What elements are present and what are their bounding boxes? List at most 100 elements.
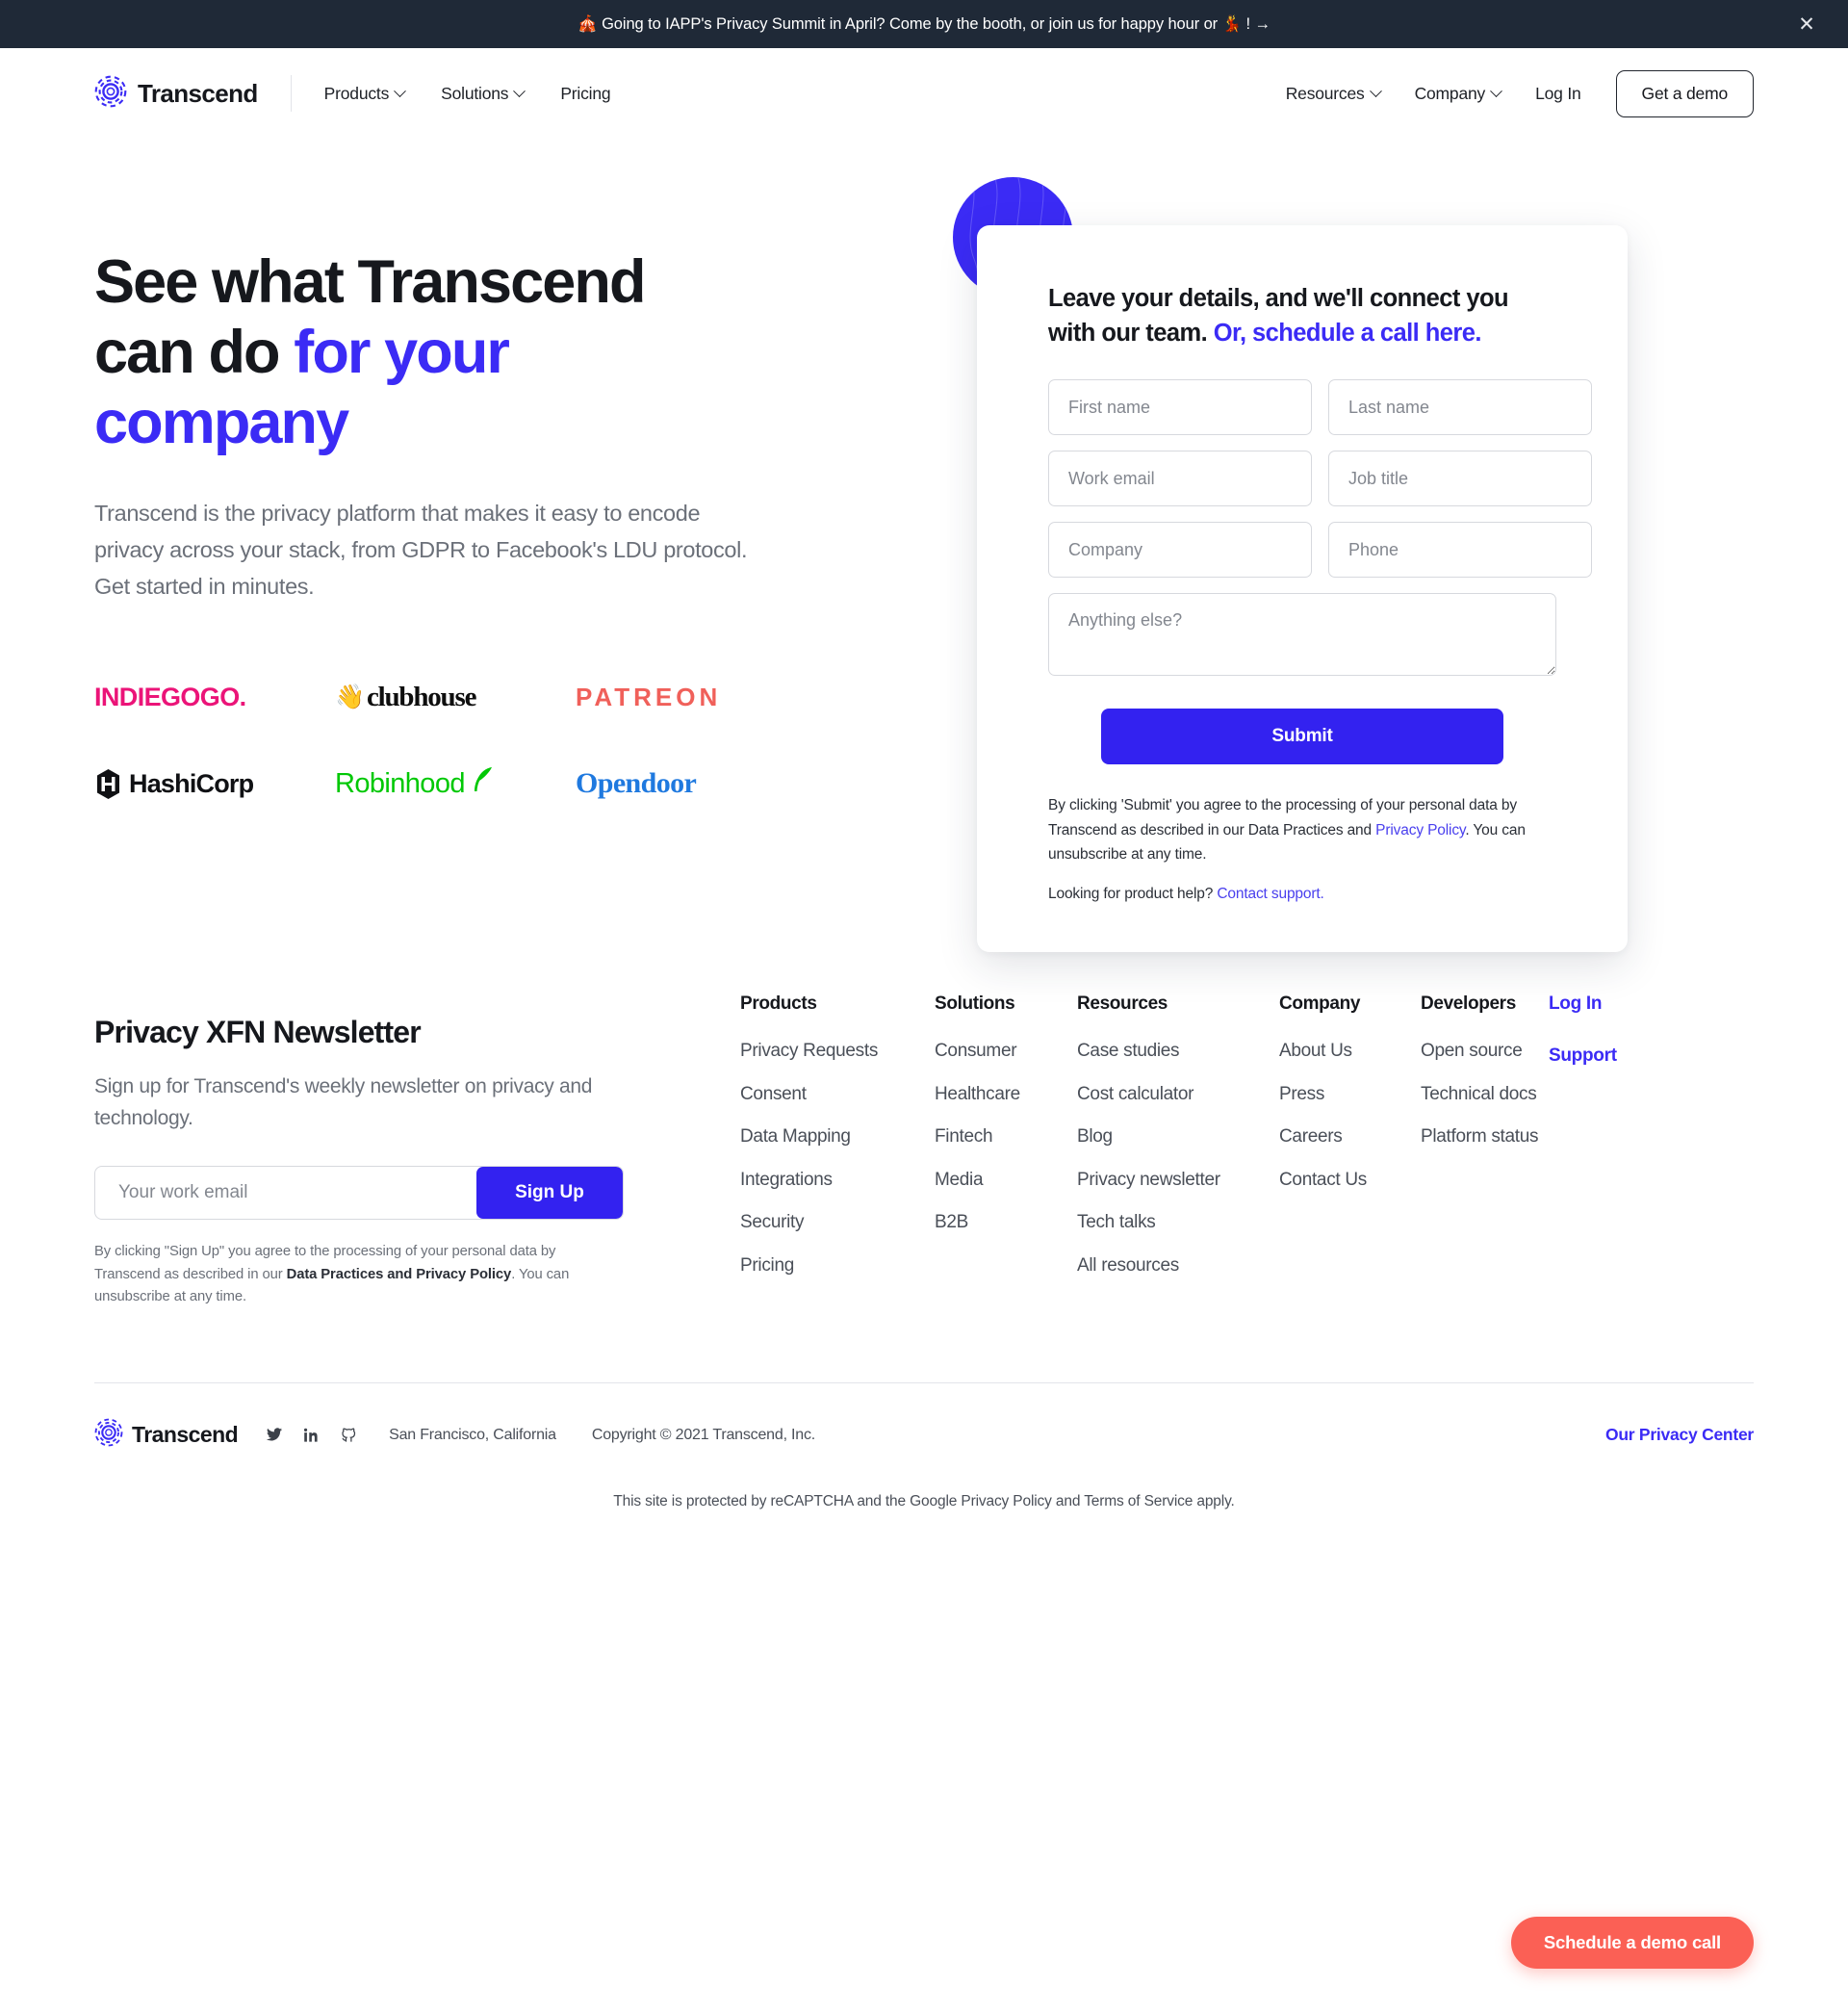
schedule-a-call-link[interactable]: Or, schedule a call here. bbox=[1214, 320, 1482, 347]
contact-form-card: Leave your details, and we'll connect yo… bbox=[977, 225, 1628, 952]
footer-link-privacy-requests[interactable]: Privacy Requests bbox=[740, 1041, 935, 1062]
footer-link-healthcare[interactable]: Healthcare bbox=[935, 1084, 1077, 1105]
footer-link-contact-us[interactable]: Contact Us bbox=[1279, 1170, 1421, 1191]
footer-link-columns: Products Privacy Requests Consent Data M… bbox=[740, 993, 1655, 1309]
nav-item-solutions[interactable]: Solutions bbox=[441, 83, 526, 104]
footer-link-case-studies[interactable]: Case studies bbox=[1077, 1041, 1279, 1062]
footer-link-support[interactable]: Support bbox=[1549, 1045, 1655, 1067]
logo-indiegogo-text: INDIEGOGO bbox=[94, 682, 240, 711]
footer-link-pricing[interactable]: Pricing bbox=[740, 1255, 935, 1277]
newsletter-subtitle: Sign up for Transcend's weekly newslette… bbox=[94, 1075, 593, 1130]
form-row-email-title bbox=[1048, 451, 1592, 507]
announcement-banner: 🎪 Going to IAPP's Privacy Summit in Apri… bbox=[0, 0, 1848, 48]
announcement-banner-text[interactable]: 🎪 Going to IAPP's Privacy Summit in Apri… bbox=[578, 15, 1270, 34]
footer-link-b2b[interactable]: B2B bbox=[935, 1212, 1077, 1233]
nav-item-resources[interactable]: Resources bbox=[1286, 84, 1382, 104]
hero-subtitle: Transcend is the privacy platform that m… bbox=[94, 501, 748, 600]
footer-link-integrations[interactable]: Integrations bbox=[740, 1170, 935, 1191]
form-row-name bbox=[1048, 379, 1592, 436]
chevron-down-icon bbox=[1490, 84, 1502, 97]
footer-copyright: Copyright © 2021 Transcend, Inc. bbox=[591, 1426, 816, 1443]
page-title: See what Transcend can do for your compa… bbox=[94, 247, 710, 458]
footer-column-title: Solutions bbox=[935, 993, 1015, 1015]
footer-link-press[interactable]: Press bbox=[1279, 1084, 1421, 1105]
logo-robinhood: Robinhood bbox=[335, 761, 576, 806]
nav-item-company[interactable]: Company bbox=[1415, 84, 1502, 104]
close-icon[interactable]: ✕ bbox=[1794, 12, 1819, 37]
newsletter-legal-text: By clicking "Sign Up" you agree to the p… bbox=[94, 1241, 619, 1309]
footer-link-consent[interactable]: Consent bbox=[740, 1084, 935, 1105]
message-textarea[interactable] bbox=[1048, 593, 1556, 677]
footer-link-fintech[interactable]: Fintech bbox=[935, 1126, 1077, 1148]
schedule-demo-call-button[interactable]: Schedule a demo call bbox=[1510, 1917, 1754, 1969]
newsletter-signup: Privacy XFN Newsletter Sign up for Trans… bbox=[94, 993, 653, 1309]
get-a-demo-button[interactable]: Get a demo bbox=[1615, 69, 1754, 117]
logo-indiegogo: INDIEGOGO. bbox=[94, 675, 335, 719]
logo-hashicorp-text: HashiCorp bbox=[129, 768, 254, 798]
footer-link-security[interactable]: Security bbox=[740, 1212, 935, 1233]
logo-opendoor: Opendoor bbox=[576, 761, 816, 806]
nav-item-label: Pricing bbox=[560, 83, 611, 103]
logo-indiegogo-dot: . bbox=[239, 682, 246, 711]
footer-link-platform-status[interactable]: Platform status bbox=[1421, 1126, 1549, 1148]
footer-brand-logo[interactable]: Transcend bbox=[94, 1418, 239, 1452]
footer-link-cost-calculator[interactable]: Cost calculator bbox=[1077, 1084, 1279, 1105]
footer-link-about-us[interactable]: About Us bbox=[1279, 1041, 1421, 1062]
form-support-prefix: Looking for product help? bbox=[1048, 885, 1218, 902]
job-title-input[interactable] bbox=[1328, 451, 1592, 507]
footer-link-data-mapping[interactable]: Data Mapping bbox=[740, 1126, 935, 1148]
form-heading: Leave your details, and we'll connect yo… bbox=[1048, 281, 1556, 350]
footer-column-title: Products bbox=[740, 993, 817, 1015]
newsletter-form: Sign Up bbox=[94, 1165, 624, 1220]
footer-location: San Francisco, California bbox=[389, 1426, 556, 1443]
hero-section: See what Transcend can do for your compa… bbox=[0, 139, 1848, 952]
nav-primary-links: Products Solutions Pricing bbox=[324, 84, 611, 104]
logo-opendoor-text: Opendoor bbox=[576, 767, 697, 800]
brand-name: Transcend bbox=[138, 78, 258, 108]
footer-link-technical-docs[interactable]: Technical docs bbox=[1421, 1084, 1549, 1105]
logo-hashicorp: HashiCorp bbox=[94, 761, 335, 806]
phone-input[interactable] bbox=[1328, 522, 1592, 579]
work-email-input[interactable] bbox=[1048, 451, 1312, 507]
nav-item-pricing[interactable]: Pricing bbox=[560, 84, 610, 104]
brand-logo[interactable]: Transcend bbox=[94, 75, 258, 113]
our-privacy-center-link[interactable]: Our Privacy Center bbox=[1605, 1425, 1754, 1445]
footer-link-consumer[interactable]: Consumer bbox=[935, 1041, 1077, 1062]
footer-link-careers[interactable]: Careers bbox=[1279, 1126, 1421, 1148]
contact-form-fields bbox=[1048, 379, 1592, 677]
footer-link-blog[interactable]: Blog bbox=[1077, 1126, 1279, 1148]
site-footer: Privacy XFN Newsletter Sign up for Trans… bbox=[0, 993, 1848, 1539]
footer-social-links bbox=[265, 1426, 358, 1444]
data-practices-privacy-policy-link[interactable]: Data Practices and Privacy Policy bbox=[287, 1267, 512, 1282]
nav-item-products[interactable]: Products bbox=[324, 84, 406, 104]
transcend-logo-icon bbox=[94, 75, 127, 113]
footer-link-open-source[interactable]: Open source bbox=[1421, 1041, 1549, 1062]
nav-item-label: Log In bbox=[1535, 83, 1581, 103]
newsletter-email-input[interactable] bbox=[95, 1166, 476, 1219]
footer-column-title: Company bbox=[1279, 993, 1361, 1015]
privacy-policy-link[interactable]: Privacy Policy bbox=[1375, 822, 1465, 838]
footer-link-all-resources[interactable]: All resources bbox=[1077, 1255, 1279, 1277]
newsletter-signup-button[interactable]: Sign Up bbox=[476, 1166, 623, 1219]
last-name-input[interactable] bbox=[1328, 379, 1592, 436]
logo-patreon: PATREON bbox=[576, 675, 816, 719]
footer-link-tech-talks[interactable]: Tech talks bbox=[1077, 1212, 1279, 1233]
nav-item-label: Solutions bbox=[441, 83, 509, 103]
company-input[interactable] bbox=[1048, 522, 1312, 579]
submit-button[interactable]: Submit bbox=[1101, 709, 1503, 765]
nav-item-login[interactable]: Log In bbox=[1535, 83, 1581, 104]
footer-column-company: Company About Us Press Careers Contact U… bbox=[1279, 993, 1421, 1309]
footer-link-log-in[interactable]: Log In bbox=[1549, 993, 1655, 1015]
linkedin-icon[interactable] bbox=[302, 1426, 321, 1444]
nav-item-label: Company bbox=[1414, 83, 1486, 103]
nav-secondary-links: Resources Company Log In Get a demo bbox=[1286, 69, 1754, 117]
customer-logo-grid: INDIEGOGO. 👋 clubhouse PATREON HashiCorp… bbox=[94, 675, 768, 806]
chevron-down-icon bbox=[513, 84, 526, 97]
contact-support-link[interactable]: Contact support. bbox=[1217, 886, 1323, 902]
twitter-icon[interactable] bbox=[265, 1426, 283, 1444]
feather-icon bbox=[471, 765, 496, 802]
github-icon[interactable] bbox=[340, 1426, 358, 1444]
first-name-input[interactable] bbox=[1048, 379, 1312, 436]
footer-link-media[interactable]: Media bbox=[935, 1170, 1077, 1191]
footer-link-privacy-newsletter[interactable]: Privacy newsletter bbox=[1077, 1170, 1279, 1191]
